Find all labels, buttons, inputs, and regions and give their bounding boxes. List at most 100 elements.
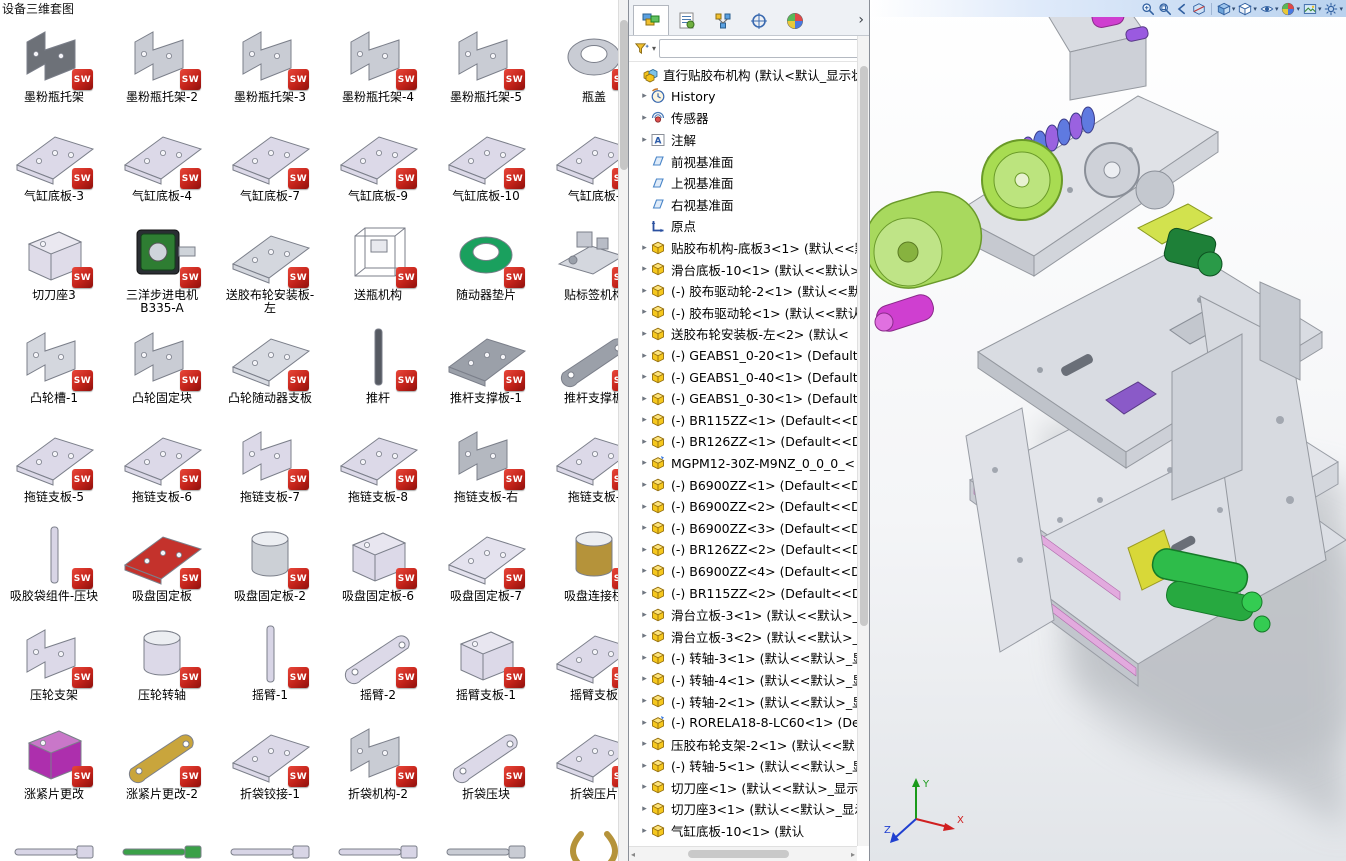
expand-arrow[interactable]: ▸ [639,394,650,404]
expand-arrow[interactable]: ▸ [639,631,650,641]
expand-arrow[interactable]: ▸ [639,653,650,663]
part-item[interactable]: SW 吸盘固定板-6 [324,513,432,612]
part-item[interactable]: SW [216,810,324,861]
part-item[interactable]: SW 送胶布轮安装板- 左 [216,212,324,315]
part-item[interactable]: SW 摇臂-2 [324,612,432,711]
display-style-icon[interactable]: ▾ [1238,2,1257,16]
tree-item[interactable]: ▸ (-) BR115ZZ<2> (Default<<De [629,582,857,604]
part-item[interactable]: SW 墨粉瓶托架 [0,14,108,113]
dropdown-arrow[interactable]: ▾ [1318,5,1322,13]
assembly-3d-model[interactable] [870,0,1346,861]
expand-arrow[interactable]: ▸ [639,545,650,555]
part-item[interactable]: SW 随动器垫片 [432,212,540,315]
part-item[interactable]: SW贴标签机构 [540,212,618,315]
expand-arrow[interactable]: ▸ [639,286,650,296]
tree-item[interactable]: ▸ (-) 胶布驱动轮-2<1> (默认<<默 [629,280,857,302]
part-item[interactable]: SW 推杆 [324,315,432,414]
tree-item[interactable]: ▸ (-) 转轴-4<1> (默认<<默认>_显 [629,669,857,691]
tree-vertical-scrollbar[interactable] [857,36,869,846]
parts-library-scrollbar[interactable] [618,0,628,861]
part-item[interactable]: SW 切刀座3 [0,212,108,315]
part-item[interactable]: SW 吸盘固定板 [108,513,216,612]
filter-icon[interactable] [634,41,649,56]
graphics-viewport[interactable]: ▾ ▾ ▾ ▾ ▾ ▾ Y X Z [870,0,1346,861]
tab-featuremanager[interactable] [633,5,669,35]
view-orientation-icon[interactable]: ▾ [1217,2,1235,16]
part-item[interactable]: SW 吸盘固定板-7 [432,513,540,612]
tree-item[interactable]: ▸ (-) GEABS1_0-30<1> (Default< [629,388,857,410]
tree-item[interactable]: 前视基准面 [629,150,857,172]
expand-arrow[interactable]: ▸ [639,523,650,533]
tree-item[interactable]: ▸ A 注解 [629,129,857,151]
tree-item[interactable]: ▸ (-) BR126ZZ<1> (Default<<De [629,431,857,453]
tree-item[interactable]: 上视基准面 [629,172,857,194]
part-item[interactable]: SW 墨粉瓶托架-2 [108,14,216,113]
scrollbar-thumb[interactable] [620,20,628,170]
expand-arrow[interactable]: ▸ [639,804,650,814]
zoom-to-fit-icon[interactable] [1141,2,1155,16]
previous-view-icon[interactable] [1175,2,1189,16]
part-item[interactable]: SW 推杆支撑板-1 [432,315,540,414]
tab-displaymanager[interactable] [777,5,813,35]
tab-configurationmanager[interactable] [705,5,741,35]
tree-item[interactable]: ▸ 滑台立板-3<1> (默认<<默认>_ [629,604,857,626]
tree-item[interactable]: 右视基准面 [629,194,857,216]
tree-item[interactable]: ▸ 滑台底板-10<1> (默认<<默认>_ [629,258,857,280]
tree-item[interactable]: ▸ (-) RORELA18-8-LC60<1> (Def [629,712,857,734]
expand-arrow[interactable]: ▸ [639,91,650,101]
dropdown-arrow[interactable]: ▾ [1339,5,1343,13]
part-item[interactable]: SW 压轮转轴 [108,612,216,711]
part-item[interactable]: SW 气缸底板-3 [0,113,108,212]
dropdown-arrow[interactable]: ▾ [1275,5,1279,13]
part-item[interactable]: SW 摇臂-1 [216,612,324,711]
part-item[interactable]: SW [540,810,618,861]
part-item[interactable]: SW 折袋铰接-1 [216,711,324,810]
part-item[interactable]: SW 气缸底板-7 [216,113,324,212]
tree-item[interactable]: ▸ 贴胶布机构-底板3<1> (默认<<默 [629,237,857,259]
part-item[interactable]: SW 摇臂支板-1 [432,612,540,711]
tab-dimxpertmanager[interactable] [741,5,777,35]
tree-item[interactable]: ▸ 气缸底板-10<1> (默认 [629,820,857,842]
part-item[interactable]: SW 送瓶机构 [324,212,432,315]
part-item[interactable]: SW 凸轮固定块 [108,315,216,414]
scroll-right-arrow[interactable]: ▸ [851,850,855,859]
tree-item[interactable]: ▸ 送胶布轮安装板-左<2> (默认< [629,323,857,345]
tree-item[interactable]: ▸ (-) B6900ZZ<3> (Default<<De [629,517,857,539]
expand-arrow[interactable]: ▸ [639,307,650,317]
part-item[interactable]: SW [432,810,540,861]
apply-scene-icon[interactable]: ▾ [1303,2,1322,16]
tree-item[interactable]: ▸ (-) GEABS1_0-20<1> (Default< [629,345,857,367]
part-item[interactable]: SW 拖链支板-8 [324,414,432,513]
part-item[interactable]: SW吸盘连接柱 [540,513,618,612]
expand-arrow[interactable]: ▸ [639,674,650,684]
part-item[interactable]: SW 拖链支板-7 [216,414,324,513]
part-item[interactable]: SW 拖链支板-5 [0,414,108,513]
tree-item[interactable]: ▸ (-) 转轴-2<1> (默认<<默认>_显 [629,690,857,712]
tree-item[interactable]: ▸ (-) GEABS1_0-40<1> (Default< [629,366,857,388]
part-item[interactable]: SW 墨粉瓶托架-3 [216,14,324,113]
expand-arrow[interactable]: ▸ [639,372,650,382]
expand-arrow[interactable]: ▸ [639,610,650,620]
section-view-icon[interactable] [1192,2,1206,16]
tree-horizontal-scrollbar[interactable]: ◂ ▸ [629,846,857,861]
scrollbar-thumb[interactable] [860,66,868,626]
tree-item[interactable]: ▸ (-) B6900ZZ<4> (Default<<De [629,561,857,583]
expand-arrow[interactable]: ▸ [639,826,650,836]
zoom-to-area-icon[interactable] [1158,2,1172,16]
part-item[interactable]: SW 气缸底板-10 [432,113,540,212]
tree-item[interactable]: ▸ 滑台立板-3<2> (默认<<默认>_ [629,625,857,647]
expand-arrow[interactable]: ▸ [639,264,650,274]
part-item[interactable]: SW 凸轮随动器支板 [216,315,324,414]
scroll-left-arrow[interactable]: ◂ [631,850,635,859]
part-item[interactable]: SW 拖链支板-6 [108,414,216,513]
part-item[interactable]: SW 气缸底板-4 [108,113,216,212]
tree-item[interactable]: ▸ (-) B6900ZZ<1> (Default<<De [629,474,857,496]
tree-item[interactable]: ▸ 传感器 [629,107,857,129]
part-item[interactable]: SW 吸盘固定板-2 [216,513,324,612]
scrollbar-thumb[interactable] [688,850,789,858]
tree-item[interactable]: ▸ (-) B6900ZZ<2> (Default<<De [629,496,857,518]
part-item[interactable]: SW 墨粉瓶托架-4 [324,14,432,113]
part-item[interactable]: SW瓶盖 [540,14,618,113]
dropdown-arrow[interactable]: ▾ [1253,5,1257,13]
tree-filter-input[interactable] [659,39,864,58]
